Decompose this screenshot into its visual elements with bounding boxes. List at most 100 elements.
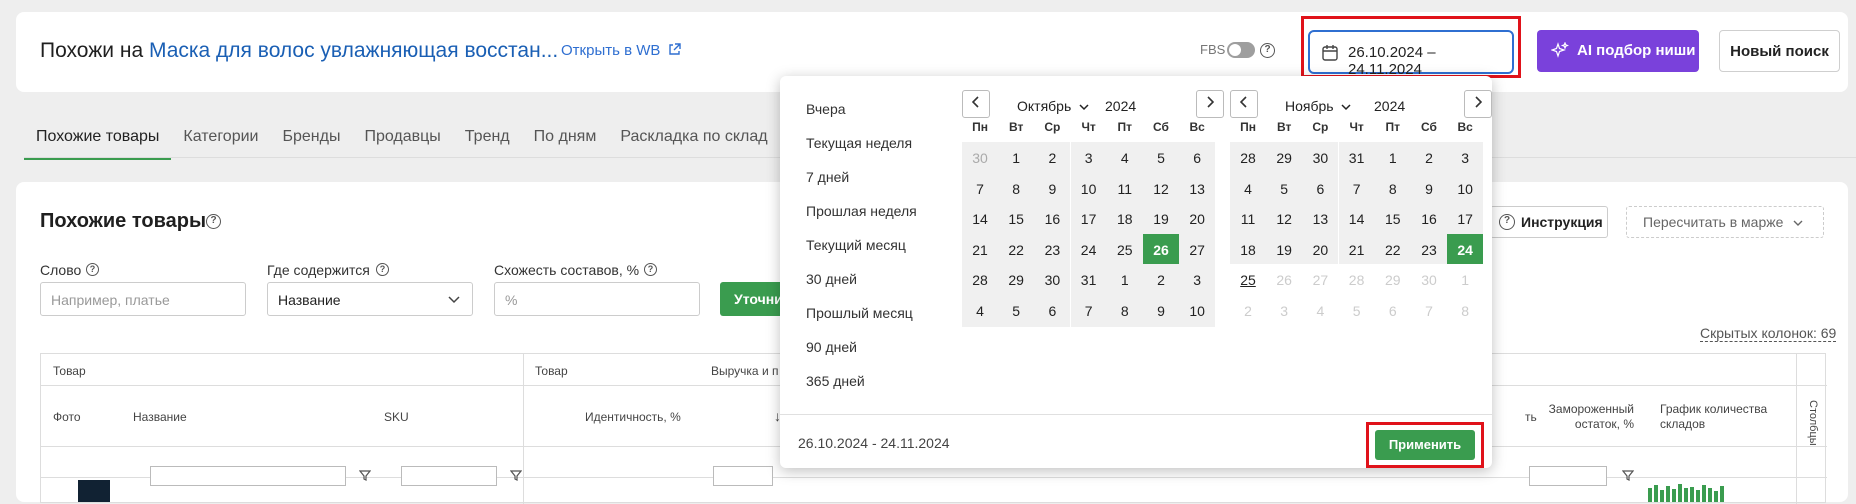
section-help-icon[interactable]: ? bbox=[206, 214, 221, 229]
calendar-day[interactable]: 1 bbox=[1106, 264, 1143, 296]
calendar-day[interactable]: 4 bbox=[1230, 172, 1266, 205]
left-year[interactable]: 2024 bbox=[1105, 98, 1136, 114]
left-month-select[interactable]: Октябрь bbox=[1017, 98, 1089, 114]
calendar-day[interactable]: 13 bbox=[1302, 203, 1339, 235]
calendar-day[interactable]: 19 bbox=[1143, 203, 1179, 235]
calendar-day[interactable]: 13 bbox=[1179, 172, 1216, 205]
columns-side-tab[interactable]: Столбцы bbox=[1803, 400, 1819, 446]
tab-similar[interactable]: Похожие товары bbox=[24, 118, 172, 160]
calendar-day[interactable]: 7 bbox=[962, 172, 998, 205]
where-help-icon[interactable]: ? bbox=[376, 263, 389, 276]
next-month-button[interactable] bbox=[1464, 90, 1492, 118]
help-icon[interactable]: ? bbox=[1260, 43, 1275, 58]
calendar-day[interactable]: 4 bbox=[1106, 142, 1143, 174]
calendar-day[interactable]: 27 bbox=[1179, 233, 1216, 266]
word-input[interactable]: Например, платье bbox=[40, 282, 246, 316]
calendar-day[interactable]: 14 bbox=[962, 203, 998, 235]
calendar-day[interactable]: 21 bbox=[1338, 233, 1375, 266]
col-warehouse-graph[interactable]: График количества складов bbox=[1660, 402, 1780, 432]
calendar-day[interactable]: 16 bbox=[1411, 203, 1447, 235]
col-photo[interactable]: Фото bbox=[53, 410, 81, 424]
calendar-day[interactable]: 14 bbox=[1338, 203, 1375, 235]
tab-warehouse-layout[interactable]: Раскладка по склад bbox=[608, 118, 779, 158]
prev-month-button[interactable] bbox=[962, 90, 990, 118]
preset-7-days[interactable]: 7 дней bbox=[806, 169, 849, 185]
col-name[interactable]: Название bbox=[133, 410, 187, 424]
frozen-filter-input[interactable] bbox=[1529, 466, 1607, 486]
calendar-day[interactable]: 12 bbox=[1143, 172, 1179, 205]
calendar-day[interactable]: 30 bbox=[962, 142, 998, 174]
preset-current-month[interactable]: Текущий месяц bbox=[806, 237, 906, 253]
calendar-day[interactable]: 1 bbox=[998, 142, 1035, 174]
calendar-day[interactable]: 10 bbox=[1070, 172, 1107, 205]
calendar-day[interactable]: 5 bbox=[1266, 172, 1303, 205]
filter-icon[interactable] bbox=[510, 470, 522, 481]
calendar-day[interactable]: 23 bbox=[1034, 233, 1071, 266]
calendar-day[interactable]: 23 bbox=[1411, 233, 1447, 266]
calendar-day[interactable]: 17 bbox=[1447, 203, 1484, 235]
calendar-day-selected[interactable]: 26 bbox=[1143, 233, 1179, 266]
calendar-day[interactable]: 5 bbox=[1143, 142, 1179, 174]
col-identity[interactable]: Идентичность, % bbox=[585, 410, 681, 424]
recalc-margin-select[interactable]: Пересчитать в марже bbox=[1626, 206, 1824, 238]
sku-filter-input[interactable] bbox=[401, 466, 497, 486]
ai-niche-button[interactable]: AI подбор ниши bbox=[1537, 30, 1699, 72]
calendar-day[interactable]: 2 bbox=[1143, 264, 1179, 296]
calendar-day[interactable]: 1 bbox=[1374, 142, 1411, 174]
calendar-day[interactable]: 20 bbox=[1302, 233, 1339, 266]
preset-90-days[interactable]: 90 дней bbox=[806, 339, 857, 355]
name-filter-input[interactable] bbox=[150, 466, 346, 486]
preset-last-week[interactable]: Прошлая неделя bbox=[806, 203, 917, 219]
col-frozen-stock[interactable]: Замороженный остаток, % bbox=[1544, 402, 1634, 432]
calendar-day[interactable]: 15 bbox=[1374, 203, 1411, 235]
instruction-button[interactable]: ? Инструкция bbox=[1490, 206, 1608, 238]
calendar-day[interactable]: 9 bbox=[1143, 294, 1179, 327]
calendar-day[interactable]: 5 bbox=[998, 294, 1035, 327]
calendar-day[interactable]: 28 bbox=[962, 264, 998, 296]
where-select[interactable]: Название bbox=[267, 282, 473, 316]
calendar-day[interactable]: 3 bbox=[1070, 142, 1107, 174]
col-sku[interactable]: SKU bbox=[384, 410, 409, 424]
hidden-columns-link[interactable]: Скрытых колонок: 69 bbox=[1700, 325, 1837, 342]
right-month-select[interactable]: Ноябрь bbox=[1285, 98, 1351, 114]
new-search-button[interactable]: Новый поиск bbox=[1719, 30, 1840, 72]
calendar-day[interactable]: 19 bbox=[1266, 233, 1303, 266]
product-link[interactable]: Маска для волос увлажняющая восстан... bbox=[149, 39, 558, 62]
calendar-day[interactable]: 9 bbox=[1411, 172, 1447, 205]
calendar-day[interactable]: 16 bbox=[1034, 203, 1071, 235]
calendar-day[interactable]: 25 bbox=[1106, 233, 1143, 266]
calendar-day[interactable]: 3 bbox=[1447, 142, 1484, 174]
filter-icon[interactable] bbox=[1622, 470, 1634, 481]
calendar-day[interactable]: 17 bbox=[1070, 203, 1107, 235]
filter-icon[interactable] bbox=[359, 470, 371, 481]
calendar-day[interactable]: 2 bbox=[1034, 142, 1071, 174]
preset-365-days[interactable]: 365 дней bbox=[806, 373, 865, 389]
calendar-day[interactable]: 31 bbox=[1070, 264, 1107, 296]
prev-month-button-right[interactable] bbox=[1230, 90, 1258, 118]
preset-current-week[interactable]: Текущая неделя bbox=[806, 135, 912, 151]
word-help-icon[interactable]: ? bbox=[86, 263, 99, 276]
calendar-day[interactable]: 11 bbox=[1230, 203, 1266, 235]
calendar-day[interactable]: 29 bbox=[1266, 142, 1303, 174]
tab-sellers[interactable]: Продавцы bbox=[352, 118, 452, 158]
calendar-day[interactable]: 18 bbox=[1106, 203, 1143, 235]
calendar-day[interactable]: 21 bbox=[962, 233, 998, 266]
calendar-day[interactable]: 28 bbox=[1230, 142, 1266, 174]
calendar-day[interactable]: 31 bbox=[1338, 142, 1375, 174]
calendar-day[interactable]: 11 bbox=[1106, 172, 1143, 205]
calendar-day[interactable]: 15 bbox=[998, 203, 1035, 235]
tab-by-days[interactable]: По дням bbox=[522, 118, 609, 158]
filter-input[interactable] bbox=[713, 466, 773, 486]
calendar-day[interactable]: 10 bbox=[1447, 172, 1484, 205]
calendar-day[interactable]: 20 bbox=[1179, 203, 1216, 235]
fbs-toggle[interactable] bbox=[1227, 42, 1255, 58]
next-month-button-left[interactable] bbox=[1196, 90, 1224, 118]
tab-brands[interactable]: Бренды bbox=[270, 118, 352, 158]
calendar-day[interactable]: 7 bbox=[1070, 294, 1107, 327]
calendar-day[interactable]: 22 bbox=[998, 233, 1035, 266]
calendar-day[interactable]: 22 bbox=[1374, 233, 1411, 266]
calendar-day[interactable]: 30 bbox=[1034, 264, 1071, 296]
calendar-day[interactable]: 6 bbox=[1034, 294, 1071, 327]
open-wb-link[interactable]: Открыть в WB bbox=[561, 42, 681, 59]
similarity-help-icon[interactable]: ? bbox=[644, 263, 657, 276]
